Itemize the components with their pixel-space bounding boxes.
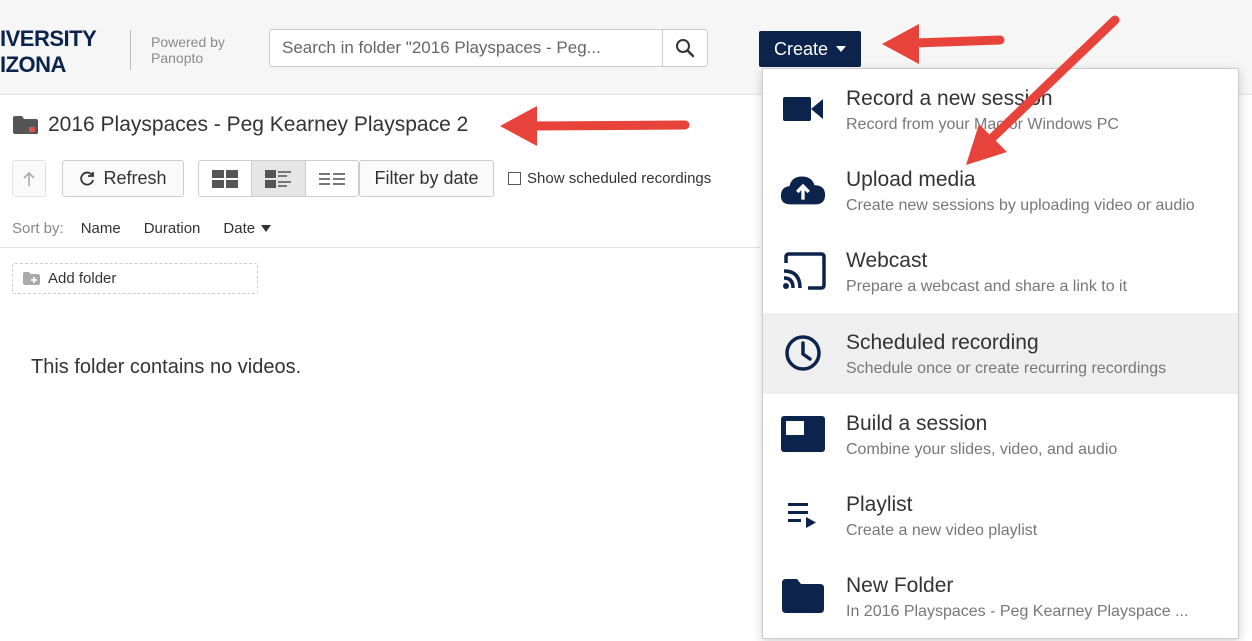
arrow-up-icon bbox=[23, 171, 35, 186]
sort-bar: Sort by: Name Duration Date bbox=[12, 220, 272, 237]
menu-item-webcast[interactable]: Webcast Prepare a webcast and share a li… bbox=[763, 231, 1238, 312]
menu-item-playlist[interactable]: Playlist Create a new video playlist bbox=[763, 475, 1238, 556]
menu-item-subtitle: Create a new video playlist bbox=[846, 522, 1038, 539]
caret-down-icon bbox=[836, 46, 847, 52]
detail-list-icon bbox=[265, 169, 292, 188]
refresh-button[interactable]: Refresh bbox=[62, 160, 184, 197]
menu-item-record-session[interactable]: Record a new session Record from your Ma… bbox=[763, 69, 1238, 150]
red-arrow-icon bbox=[500, 106, 690, 146]
powered-by-panopto: Powered by Panopto bbox=[151, 34, 225, 66]
show-scheduled-checkbox[interactable] bbox=[508, 172, 521, 185]
folder-icon bbox=[779, 576, 827, 616]
logo-divider bbox=[130, 30, 131, 70]
menu-item-title: New Folder bbox=[846, 574, 954, 597]
powered-by-text: Powered by bbox=[151, 34, 225, 50]
menu-item-subtitle: Combine your slides, video, and audio bbox=[846, 441, 1118, 458]
logo-line-2: IZONA bbox=[0, 52, 66, 77]
panopto-text: Panopto bbox=[151, 50, 204, 66]
view-mode-group bbox=[198, 160, 359, 197]
sort-name[interactable]: Name bbox=[81, 220, 121, 237]
search-icon bbox=[676, 39, 695, 58]
menu-item-subtitle: Schedule once or create recurring record… bbox=[846, 360, 1167, 377]
create-menu: Record a new session Record from your Ma… bbox=[762, 68, 1239, 639]
logo-line-1: IVERSITY bbox=[0, 26, 97, 51]
filter-by-date-button[interactable]: Filter by date bbox=[359, 160, 494, 197]
menu-item-upload-media[interactable]: Upload media Create new sessions by uplo… bbox=[763, 150, 1238, 231]
video-camera-icon bbox=[779, 89, 827, 129]
up-button[interactable] bbox=[12, 160, 46, 197]
show-scheduled-label: Show scheduled recordings bbox=[527, 170, 712, 187]
caret-down-icon bbox=[261, 225, 272, 232]
menu-item-subtitle: In 2016 Playspaces - Peg Kearney Playspa… bbox=[846, 603, 1189, 620]
list-icon bbox=[318, 172, 345, 185]
sort-duration[interactable]: Duration bbox=[144, 220, 201, 237]
sort-date-label: Date bbox=[223, 220, 256, 237]
menu-item-subtitle: Prepare a webcast and share a link to it bbox=[846, 278, 1128, 295]
refresh-label: Refresh bbox=[103, 168, 167, 188]
menu-item-title: Upload media bbox=[846, 168, 976, 191]
create-label: Create bbox=[773, 38, 829, 59]
add-folder-button[interactable]: Add folder bbox=[12, 263, 258, 294]
search-box bbox=[269, 29, 708, 67]
build-session-icon bbox=[779, 414, 827, 454]
menu-item-subtitle: Create new sessions by uploading video o… bbox=[846, 197, 1195, 214]
view-thumbnails-button[interactable] bbox=[199, 161, 253, 196]
menu-item-new-folder[interactable]: New Folder In 2016 Playspaces - Peg Kear… bbox=[763, 556, 1238, 637]
menu-item-title: Scheduled recording bbox=[846, 331, 1039, 354]
sort-by-label: Sort by: bbox=[12, 220, 64, 237]
search-input[interactable] bbox=[270, 30, 665, 66]
page-title: 2016 Playspaces - Peg Kearney Playspace … bbox=[48, 113, 469, 136]
view-list-button[interactable] bbox=[306, 161, 358, 196]
grid-icon bbox=[212, 169, 239, 188]
folder-icon bbox=[13, 116, 38, 134]
sort-date[interactable]: Date bbox=[223, 220, 272, 237]
menu-item-scheduled-recording[interactable]: Scheduled recording Schedule once or cre… bbox=[763, 313, 1238, 394]
menu-item-title: Build a session bbox=[846, 412, 988, 435]
add-folder-label: Add folder bbox=[48, 270, 117, 287]
menu-item-title: Record a new session bbox=[846, 87, 1053, 110]
empty-folder-message: This folder contains no videos. bbox=[31, 356, 302, 378]
show-scheduled-toggle[interactable]: Show scheduled recordings bbox=[508, 170, 711, 187]
cast-icon bbox=[779, 251, 827, 291]
playlist-icon bbox=[779, 495, 827, 535]
menu-item-title: Webcast bbox=[846, 249, 928, 272]
refresh-icon bbox=[80, 171, 95, 185]
menu-item-subtitle: Record from your Mac or Windows PC bbox=[846, 116, 1119, 133]
cloud-upload-icon bbox=[779, 170, 827, 210]
clock-icon bbox=[779, 333, 827, 373]
add-folder-icon bbox=[23, 272, 40, 285]
create-button[interactable]: Create bbox=[759, 31, 861, 67]
folder-heading: 2016 Playspaces - Peg Kearney Playspace … bbox=[12, 113, 468, 137]
search-button[interactable] bbox=[662, 30, 707, 66]
menu-item-title: Playlist bbox=[846, 493, 913, 516]
view-detail-button[interactable] bbox=[252, 161, 306, 196]
menu-item-build-session[interactable]: Build a session Combine your slides, vid… bbox=[763, 394, 1238, 475]
university-logo[interactable]: IVERSITY IZONA bbox=[0, 26, 97, 78]
divider bbox=[0, 247, 760, 248]
